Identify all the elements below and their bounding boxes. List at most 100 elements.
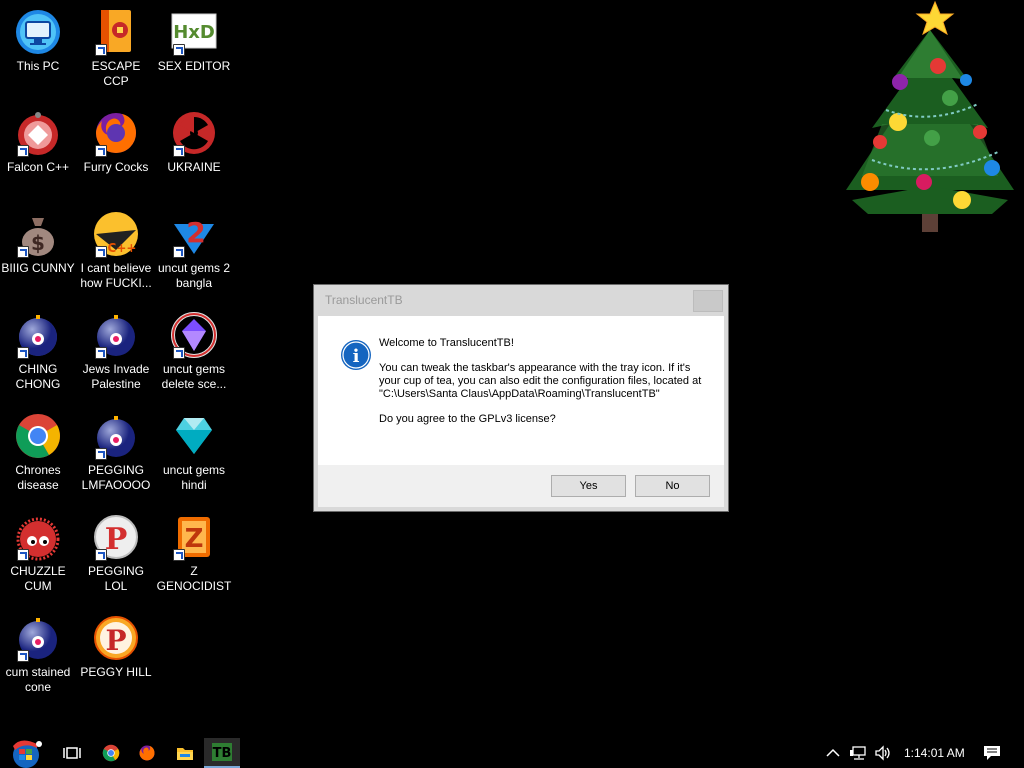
firefox-icon: [92, 109, 140, 157]
dialog-title: TranslucentTB: [325, 293, 403, 307]
shortcut-arrow-icon: [17, 347, 29, 359]
close-button[interactable]: [693, 290, 723, 312]
svg-text:Z: Z: [185, 524, 204, 554]
dialog-content: i Welcome to TranslucentTB! You can twea…: [318, 316, 724, 465]
desktop-icon-i-cant-believe[interactable]: C++ I cant believe how FUCKI...: [78, 210, 154, 291]
yes-button[interactable]: Yes: [551, 475, 626, 497]
translucenttb-icon: TB: [212, 743, 232, 761]
taskbar-file-explorer[interactable]: [168, 738, 202, 768]
shortcut-arrow-icon: [17, 145, 29, 157]
desktop-icon-falcon-cpp[interactable]: Falcon C++: [0, 109, 76, 175]
volume-icon[interactable]: [874, 745, 892, 761]
desktop-icon-ching-chong[interactable]: CHING CHONG: [0, 311, 76, 392]
orb-icon: [92, 311, 140, 359]
taskbar-translucenttb[interactable]: TB: [204, 738, 240, 768]
chuzzle-icon: [14, 513, 62, 561]
svg-text:P: P: [105, 522, 128, 557]
chevron-up-icon[interactable]: [826, 748, 840, 758]
desktop-icon-peggy-hill[interactable]: P PEGGY HILL: [78, 614, 154, 680]
shortcut-arrow-icon: [95, 246, 107, 258]
taskbar-chrome[interactable]: [94, 738, 128, 768]
folder-icon: [177, 748, 193, 760]
dialog-titlebar[interactable]: TranslucentTB: [314, 285, 728, 315]
shortcut-arrow-icon: [17, 650, 29, 662]
desktop-icon-pegging-lol[interactable]: P PEGGING LOL: [78, 513, 154, 594]
shortcut-arrow-icon: [95, 448, 107, 460]
desktop-icon-ukraine[interactable]: UKRAINE: [156, 109, 232, 175]
shortcut-arrow-icon: [173, 145, 185, 157]
notification-center-icon[interactable]: [983, 745, 1001, 761]
dialog-footer: Yes No: [318, 465, 724, 507]
svg-text:TB: TB: [213, 746, 232, 761]
shortcut-arrow-icon: [173, 44, 185, 56]
desktop-icon-label: ESCAPE CCP: [91, 59, 141, 88]
desktop-icon-label: I cant believe how FUCKI...: [80, 261, 152, 290]
desktop-icon-cum-stained-cone[interactable]: cum stained cone: [0, 614, 76, 695]
task-view-icon: [63, 747, 81, 759]
hxd-icon: HxD: [170, 8, 218, 56]
desktop-icon-furry-cocks[interactable]: Furry Cocks: [78, 109, 154, 175]
no-button[interactable]: No: [635, 475, 710, 497]
zuma-icon: Z: [170, 513, 218, 561]
orb-icon: [14, 311, 62, 359]
translucenttb-dialog: TranslucentTB i Welcome to TranslucentTB…: [313, 284, 729, 512]
taskbar-firefox[interactable]: [130, 738, 164, 768]
start-button[interactable]: [4, 738, 48, 768]
task-view-button[interactable]: [56, 738, 88, 768]
desktop-icon-this-pc[interactable]: This PC: [0, 8, 76, 74]
desktop-icon-sex-editor[interactable]: HxD SEX EDITOR: [156, 8, 232, 74]
svg-text:$: $: [31, 231, 45, 255]
desktop-icon-label: PEGGING LOL: [87, 564, 144, 593]
game-box-icon: [92, 8, 140, 56]
bejeweled-2-icon: 2: [170, 210, 218, 258]
network-icon[interactable]: [850, 745, 868, 761]
desktop-icon-label: uncut gems hindi: [162, 463, 226, 492]
desktop-icon-uncut-gems-delete-scene[interactable]: uncut gems delete sce...: [156, 311, 232, 392]
chrome-icon: [102, 744, 120, 762]
start-orb-icon: [13, 740, 42, 768]
chrome-icon: [14, 412, 62, 460]
desktop-icon-label: cum stained cone: [5, 665, 71, 694]
desktop-icon-label: Falcon C++: [6, 160, 70, 174]
shortcut-arrow-icon: [173, 347, 185, 359]
svg-text:P: P: [105, 624, 126, 657]
clock[interactable]: 1:14:01 AM: [904, 746, 965, 760]
taskbar: TB 1:14:01 AM: [0, 738, 1024, 768]
desktop-icon-label: Jews Invade Palestine: [82, 362, 150, 391]
svg-text:2: 2: [186, 216, 205, 249]
desktop-icon-pegging-lmfaoooo[interactable]: PEGGING LMFAOOOO: [78, 412, 154, 493]
shortcut-arrow-icon: [95, 549, 107, 561]
monitor-icon: [14, 8, 62, 56]
desktop-icon-label: UKRAINE: [167, 160, 221, 174]
desktop-icon-biiig-cunny[interactable]: $ BIIIG CUNNY: [0, 210, 76, 276]
desktop-icon-label: SEX EDITOR: [157, 59, 231, 73]
shortcut-arrow-icon: [95, 145, 107, 157]
desktop-icon-label: Z GENOCIDIST: [156, 564, 232, 593]
dialog-heading: Welcome to TranslucentTB!: [379, 337, 514, 349]
svg-text:HxD: HxD: [173, 22, 215, 43]
info-icon: i: [341, 340, 371, 370]
orb-icon: [92, 412, 140, 460]
desktop-icon-label: CHUZZLE CUM: [10, 564, 66, 593]
dialog-message: Welcome to TranslucentTB! You can tweak …: [379, 337, 714, 438]
gem-ring-icon: [170, 311, 218, 359]
system-tray: 1:14:01 AM: [826, 738, 1001, 768]
desktop-icon-label: uncut gems delete sce...: [161, 362, 227, 391]
desktop-icon-chrones-disease[interactable]: Chrones disease: [0, 412, 76, 493]
desktop-icon-escape-ccp[interactable]: ESCAPE CCP: [78, 8, 154, 89]
desktop-icon-label: BIIIG CUNNY: [1, 261, 75, 275]
desktop-icon-label: PEGGING LMFAOOOO: [81, 463, 151, 492]
shortcut-arrow-icon: [173, 549, 185, 561]
desktop-icon-uncut-gems-hindi[interactable]: uncut gems hindi: [156, 412, 232, 493]
desktop-icon-z-genocidist[interactable]: Z Z GENOCIDIST: [156, 513, 232, 594]
desktop-icon-uncut-gems-2-bangla[interactable]: 2 uncut gems 2 bangla: [156, 210, 232, 291]
shortcut-arrow-icon: [95, 347, 107, 359]
desktop-icon-label: This PC: [16, 59, 60, 73]
shortcut-arrow-icon: [17, 246, 29, 258]
cpp-app-icon: C++: [92, 210, 140, 258]
desktop-icon-label: uncut gems 2 bangla: [157, 261, 231, 290]
svg-text:i: i: [353, 346, 360, 367]
christmas-tree-image: [846, 0, 1014, 232]
desktop-icon-chuzzle-cum[interactable]: CHUZZLE CUM: [0, 513, 76, 594]
desktop-icon-jews-invade-palestine[interactable]: Jews Invade Palestine: [78, 311, 154, 392]
